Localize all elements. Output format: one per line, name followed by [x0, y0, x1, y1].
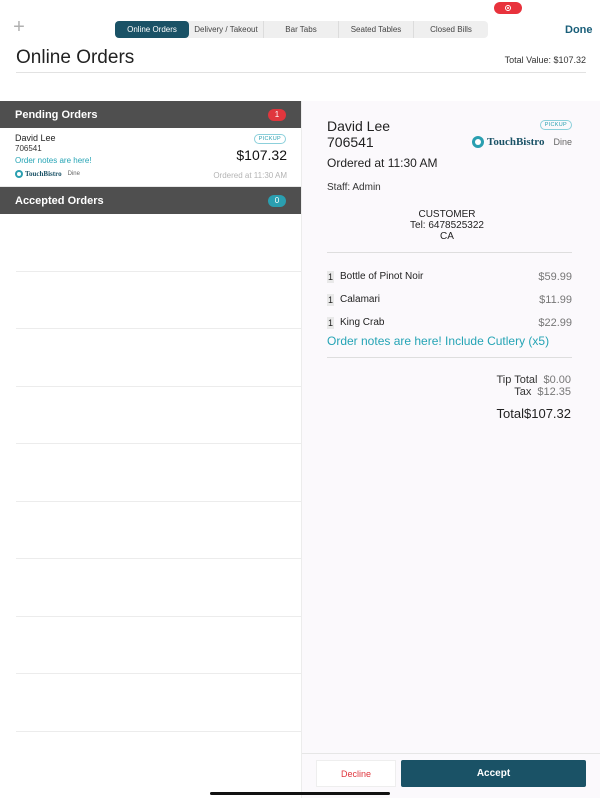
touchbistro-logo-icon — [472, 136, 485, 148]
item-name: Calamari — [340, 294, 381, 305]
pending-count-badge: 1 — [268, 108, 286, 121]
home-indicator[interactable] — [210, 792, 390, 795]
tax-value: $12.35 — [537, 386, 571, 398]
order-detail-pane: David Lee 706541 PICKUP TouchBistro Dine… — [302, 101, 600, 798]
page-title: Online Orders — [16, 47, 135, 68]
list-item — [16, 617, 301, 674]
orders-list-pane: Pending Orders 1 David Lee 706541 Order … — [0, 101, 301, 798]
detail-divider — [327, 357, 572, 358]
pending-orders-label: Pending Orders — [15, 108, 98, 121]
detail-divider — [327, 252, 572, 253]
order-items: 1 Bottle of Pinot Noir $59.99 1 Calamari… — [327, 265, 572, 334]
detail-order-number: 706541 — [327, 134, 374, 150]
customer-phone: Tel: 6478525322 — [410, 220, 484, 231]
item-qty: 1 — [327, 270, 334, 283]
tax-label: Tax — [514, 386, 532, 398]
order-mode: Dine — [67, 171, 80, 177]
tab-online-orders[interactable]: Online Orders — [115, 21, 189, 38]
total-value: Total Value: $107.32 — [504, 55, 586, 65]
order-price: $107.32 — [236, 147, 287, 163]
order-source: TouchBistro Dine — [15, 170, 80, 178]
screen-record-indicator[interactable] — [494, 2, 522, 14]
accept-button[interactable]: Accept — [401, 760, 586, 787]
brand-name: TouchBistro — [487, 136, 545, 148]
pending-orders-header: Pending Orders 1 — [0, 101, 301, 128]
list-item — [16, 272, 301, 329]
item-price: $59.99 — [538, 270, 572, 283]
list-item — [16, 559, 301, 617]
pickup-badge: PICKUP — [253, 134, 286, 144]
accepted-count-badge: 0 — [268, 194, 286, 207]
list-item — [16, 214, 301, 272]
plus-icon[interactable]: + — [12, 17, 26, 37]
tax-row: Tax $12.35 — [514, 386, 571, 398]
item-price: $11.99 — [539, 293, 572, 306]
grand-total: Total$107.32 — [497, 406, 571, 421]
accepted-orders-label: Accepted Orders — [15, 194, 104, 207]
tab-bar-tabs[interactable]: Bar Tabs — [264, 21, 339, 38]
list-item — [16, 502, 301, 559]
tip-total-row: Tip Total $0.00 — [497, 374, 572, 386]
item-name: King Crab — [340, 317, 385, 328]
decline-button[interactable]: Decline — [316, 760, 396, 787]
detail-customer-name: David Lee — [327, 118, 391, 134]
list-item — [16, 674, 301, 732]
list-item — [16, 387, 301, 444]
order-type-tabs: Online Orders Delivery / Takeout Bar Tab… — [115, 21, 488, 38]
detail-ordered-at: Ordered at 11:30 AM — [327, 156, 438, 170]
customer-region: CA — [440, 231, 454, 242]
item-qty: 1 — [327, 293, 334, 306]
order-customer-name: David Lee — [15, 133, 56, 143]
detail-order-source: TouchBistro Dine — [472, 136, 572, 148]
total-amount: $107.32 — [524, 406, 571, 421]
header-divider — [16, 72, 586, 73]
list-item — [16, 444, 301, 502]
customer-heading: CUSTOMER — [418, 209, 476, 220]
tab-seated-tables[interactable]: Seated Tables — [339, 21, 414, 38]
screen-record-icon — [505, 5, 511, 11]
tab-closed-bills[interactable]: Closed Bills — [414, 21, 488, 38]
total-label: Total — [496, 406, 524, 421]
detail-staff: Staff: Admin — [327, 182, 381, 193]
brand-name: TouchBistro — [25, 170, 62, 178]
order-item: 1 Calamari $11.99 — [327, 288, 572, 311]
order-time: Ordered at 11:30 AM — [213, 171, 287, 180]
list-item — [16, 329, 301, 387]
pending-order-card[interactable]: David Lee 706541 Order notes are here! T… — [0, 128, 301, 187]
detail-pickup-badge: PICKUP — [539, 120, 572, 130]
tip-total-value: $0.00 — [543, 374, 571, 386]
tab-delivery-takeout[interactable]: Delivery / Takeout — [189, 21, 264, 38]
customer-info: CUSTOMER Tel: 6478525322 CA — [302, 209, 592, 242]
tip-total-label: Tip Total — [496, 374, 538, 386]
item-qty: 1 — [327, 316, 334, 329]
order-mode: Dine — [553, 137, 572, 147]
done-button[interactable]: Done — [565, 24, 593, 36]
accepted-orders-list — [0, 214, 301, 732]
item-name: Bottle of Pinot Noir — [340, 271, 424, 282]
detail-order-notes: Order notes are here! Include Cutlery (x… — [327, 334, 550, 348]
touchbistro-logo-icon — [15, 170, 23, 178]
order-item: 1 King Crab $22.99 — [327, 311, 572, 334]
item-price: $22.99 — [538, 316, 572, 329]
accepted-orders-header: Accepted Orders 0 — [0, 187, 301, 214]
order-item: 1 Bottle of Pinot Noir $59.99 — [327, 265, 572, 288]
